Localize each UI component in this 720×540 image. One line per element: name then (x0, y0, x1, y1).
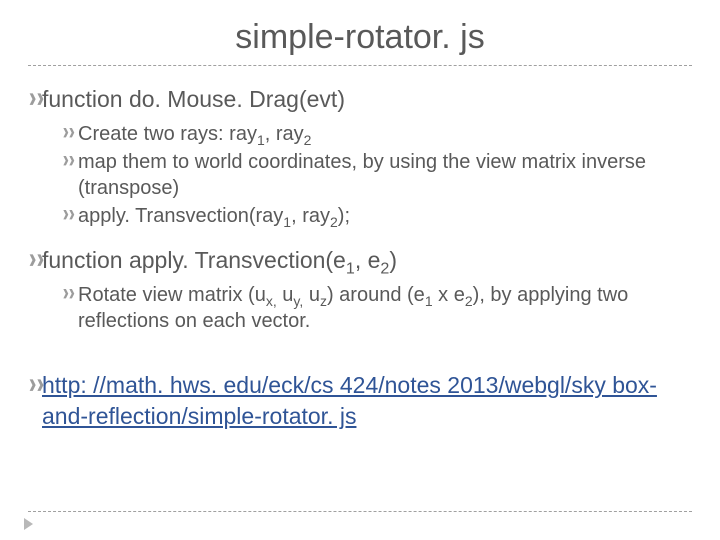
sub-text: Rotate view matrix (ux, uy, uz) around (… (78, 282, 692, 334)
slide: simple-rotator. js ❱❱ function do. Mouse… (0, 0, 720, 540)
sub-text: Create two rays: ray1, ray2 (78, 121, 311, 147)
sub-item: ❱❱ map them to world coordinates, by usi… (62, 149, 692, 201)
divider-top (28, 65, 692, 66)
content-area: ❱❱ function do. Mouse. Drag(evt) ❱❱ Crea… (28, 84, 692, 511)
link-container: http: //math. hws. edu/eck/cs 424/notes … (42, 370, 692, 432)
slide-title: simple-rotator. js (28, 18, 692, 57)
text-frag: u (303, 284, 320, 306)
spacer (28, 231, 692, 245)
divider-bottom (28, 511, 692, 512)
subscript: 1 (425, 293, 433, 309)
reference-link[interactable]: http: //math. hws. edu/eck/cs 424/notes … (42, 372, 657, 429)
text-frag: ) around (e (327, 284, 425, 306)
chevron-icon: ❱❱ (28, 84, 42, 105)
text-frag: ) (389, 247, 397, 273)
subscript: z (320, 293, 327, 309)
text-frag: u (277, 284, 294, 306)
text-frag: , ray (291, 205, 330, 227)
chevron-icon: ❱❱ (28, 245, 42, 266)
subscript: 1 (346, 260, 355, 278)
text-frag: Create two rays: ray (78, 123, 257, 145)
sub-text: map them to world coordinates, by using … (78, 149, 692, 201)
bullet-item-link: ❱❱ http: //math. hws. edu/eck/cs 424/not… (28, 370, 692, 432)
text-frag: function do. Mouse. Drag(evt) (42, 86, 345, 112)
subscript: 1 (283, 214, 291, 230)
text-frag: x e (433, 284, 465, 306)
spacer (28, 336, 692, 370)
subscript: y, (293, 293, 303, 309)
text-frag: function apply. Transvection(e (42, 247, 346, 273)
subscript: 2 (304, 132, 312, 148)
chevron-icon: ❱❱ (62, 121, 78, 138)
chevron-icon: ❱❱ (28, 370, 42, 391)
bullet-item-func-apply: ❱❱ function apply. Transvection(e1, e2) (28, 245, 692, 276)
triangle-right-icon (24, 518, 33, 530)
heading-text: function do. Mouse. Drag(evt) (42, 84, 345, 115)
subscript: 2 (330, 214, 338, 230)
sub-text: apply. Transvection(ray1, ray2); (78, 203, 350, 229)
subscript: 2 (465, 293, 473, 309)
subscript: 1 (257, 132, 265, 148)
text-frag: , ray (265, 123, 304, 145)
sub-item: ❱❱ Create two rays: ray1, ray2 (62, 121, 692, 147)
subscript: 2 (380, 260, 389, 278)
text-frag: apply. Transvection(ray (78, 205, 283, 227)
text-frag: Rotate view matrix (u (78, 284, 266, 306)
chevron-icon: ❱❱ (62, 203, 78, 220)
bullet-item-func-dodrag: ❱❱ function do. Mouse. Drag(evt) (28, 84, 692, 115)
sub-item: ❱❱ Rotate view matrix (ux, uy, uz) aroun… (62, 282, 692, 334)
subscript: x, (266, 293, 277, 309)
chevron-icon: ❱❱ (62, 149, 78, 166)
sub-item: ❱❱ apply. Transvection(ray1, ray2); (62, 203, 692, 229)
heading-text: function apply. Transvection(e1, e2) (42, 245, 397, 276)
text-frag: , e (355, 247, 381, 273)
chevron-icon: ❱❱ (62, 282, 78, 299)
text-frag: ); (338, 205, 350, 227)
